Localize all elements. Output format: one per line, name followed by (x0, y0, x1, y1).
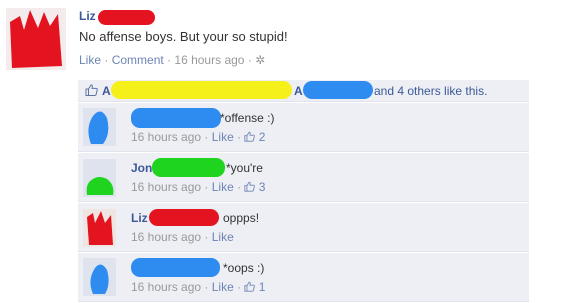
comment-2: Jon *you're 16 hours ago · Like · 3 (78, 153, 529, 202)
post-author-name[interactable]: Liz (79, 9, 96, 23)
comment-1-like-link[interactable]: Like (212, 130, 234, 144)
comment-4-timestamp: 16 hours ago (131, 280, 202, 294)
post-text: No affense boys. But your so stupid! (79, 29, 288, 44)
comment-1: *offense :) 16 hours ago · Like · 2 (78, 103, 529, 152)
post-comment-link[interactable]: Comment (112, 53, 164, 67)
redaction-comment-4-name (131, 258, 220, 277)
thumbs-up-icon[interactable] (244, 281, 256, 292)
comment-3-avatar[interactable] (83, 209, 116, 247)
comment-3-author[interactable]: Liz (131, 211, 148, 225)
thumbs-up-icon[interactable] (244, 181, 256, 192)
liker-name-2[interactable]: A (294, 84, 303, 98)
redaction-comment-1-name (131, 108, 221, 128)
comment-3-text: oppps! (223, 211, 260, 225)
post-timestamp: 16 hours ago (174, 53, 245, 67)
likes-bar: A A and 4 others like this. (78, 80, 529, 102)
likes-summary-text[interactable]: and 4 others like this. (374, 84, 487, 98)
redaction-comment-2-name (152, 158, 225, 177)
post-like-link[interactable]: Like (79, 53, 101, 67)
redaction-comment-3-name (149, 209, 219, 226)
comment-2-meta: 16 hours ago · Like · 3 (131, 180, 266, 194)
comment-4-like-count[interactable]: 1 (259, 280, 266, 294)
comment-2-author[interactable]: Jon (131, 161, 152, 175)
comment-2-timestamp: 16 hours ago (131, 180, 202, 194)
post-meta: Like · Comment · 16 hours ago · ✲ (79, 53, 266, 67)
comment-4-text: *oops :) (223, 261, 265, 275)
post-author-avatar[interactable] (6, 8, 66, 70)
redaction-liker-2 (303, 81, 373, 99)
thumbs-up-icon (85, 84, 98, 96)
settings-gear-icon[interactable]: ✲ (255, 53, 265, 67)
comment-1-avatar[interactable] (83, 108, 116, 146)
comment-3-meta: 16 hours ago · Like (131, 230, 234, 244)
liker-name-1[interactable]: A (102, 84, 111, 98)
redaction-author-lastname (98, 10, 155, 25)
comment-2-like-count[interactable]: 3 (259, 180, 266, 194)
comment-3-like-link[interactable]: Like (212, 230, 234, 244)
comment-3: Liz oppps! 16 hours ago · Like (78, 203, 529, 252)
comment-1-meta: 16 hours ago · Like · 2 (131, 130, 266, 144)
comment-4-like-link[interactable]: Like (212, 280, 234, 294)
comment-1-like-count[interactable]: 2 (259, 130, 266, 144)
comment-4-meta: 16 hours ago · Like · 1 (131, 280, 266, 294)
thumbs-up-icon[interactable] (244, 131, 256, 142)
comment-4-avatar[interactable] (83, 258, 116, 296)
comment-1-timestamp: 16 hours ago (131, 130, 202, 144)
comment-1-text: *offense :) (220, 111, 275, 125)
comment-2-like-link[interactable]: Like (212, 180, 234, 194)
comment-4: *oops :) 16 hours ago · Like · 1 (78, 253, 529, 302)
comment-3-timestamp: 16 hours ago (131, 230, 202, 244)
comment-2-text: *you're (226, 161, 263, 175)
comment-2-avatar[interactable] (83, 159, 116, 197)
redaction-liker-1 (111, 81, 292, 99)
